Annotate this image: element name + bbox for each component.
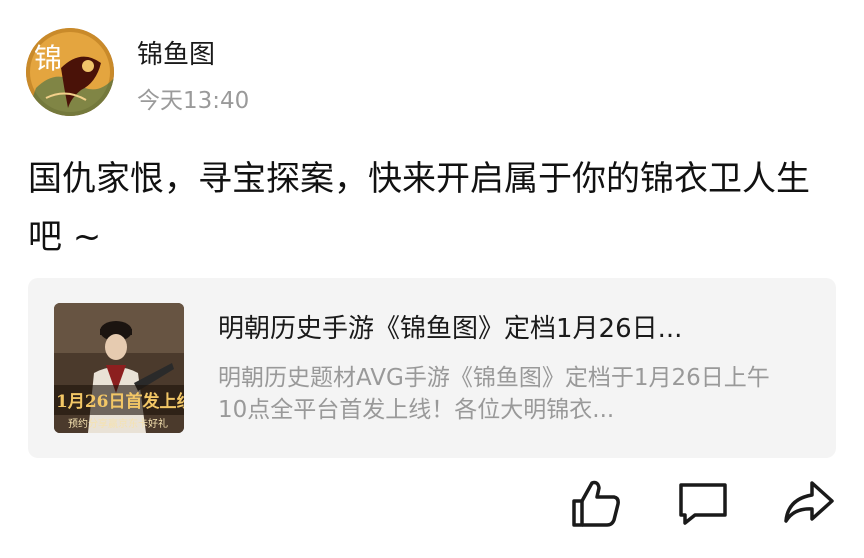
post-timestamp: 今天13:40 (137, 88, 250, 114)
post-text: 国仇家恨，寻宝探案，快来开启属于你的锦衣卫人生吧 ~ (28, 159, 810, 257)
avatar-logo: 锦 (26, 28, 114, 116)
share-icon (784, 481, 834, 523)
thumbs-up-icon (572, 480, 620, 527)
author-name[interactable]: 锦鱼图 (137, 38, 215, 72)
comment-button[interactable] (675, 475, 731, 531)
thumbnail-banner-text: 1月26日首发上线 (56, 391, 184, 412)
card-title: 明朝历史手游《锦鱼图》定档1月26日... (218, 314, 683, 344)
thumbnail-subtext: 预约分享赢京东卡好礼 (68, 417, 168, 430)
like-button[interactable] (568, 475, 624, 531)
author-avatar[interactable]: 锦 (26, 28, 114, 116)
comment-icon (679, 483, 727, 525)
action-bar (0, 475, 864, 531)
card-description: 明朝历史题材AVG手游《锦鱼图》定档于1月26日上午10点全平台首发上线！各位大… (218, 365, 770, 423)
link-card[interactable]: 1月26日首发上线 预约分享赢京东卡好礼 明朝历史手游《锦鱼图》定档1月26日.… (28, 278, 836, 458)
share-button[interactable] (780, 475, 836, 531)
avatar-logo-char: 锦 (34, 42, 62, 75)
card-thumbnail: 1月26日首发上线 预约分享赢京东卡好礼 (54, 303, 184, 433)
